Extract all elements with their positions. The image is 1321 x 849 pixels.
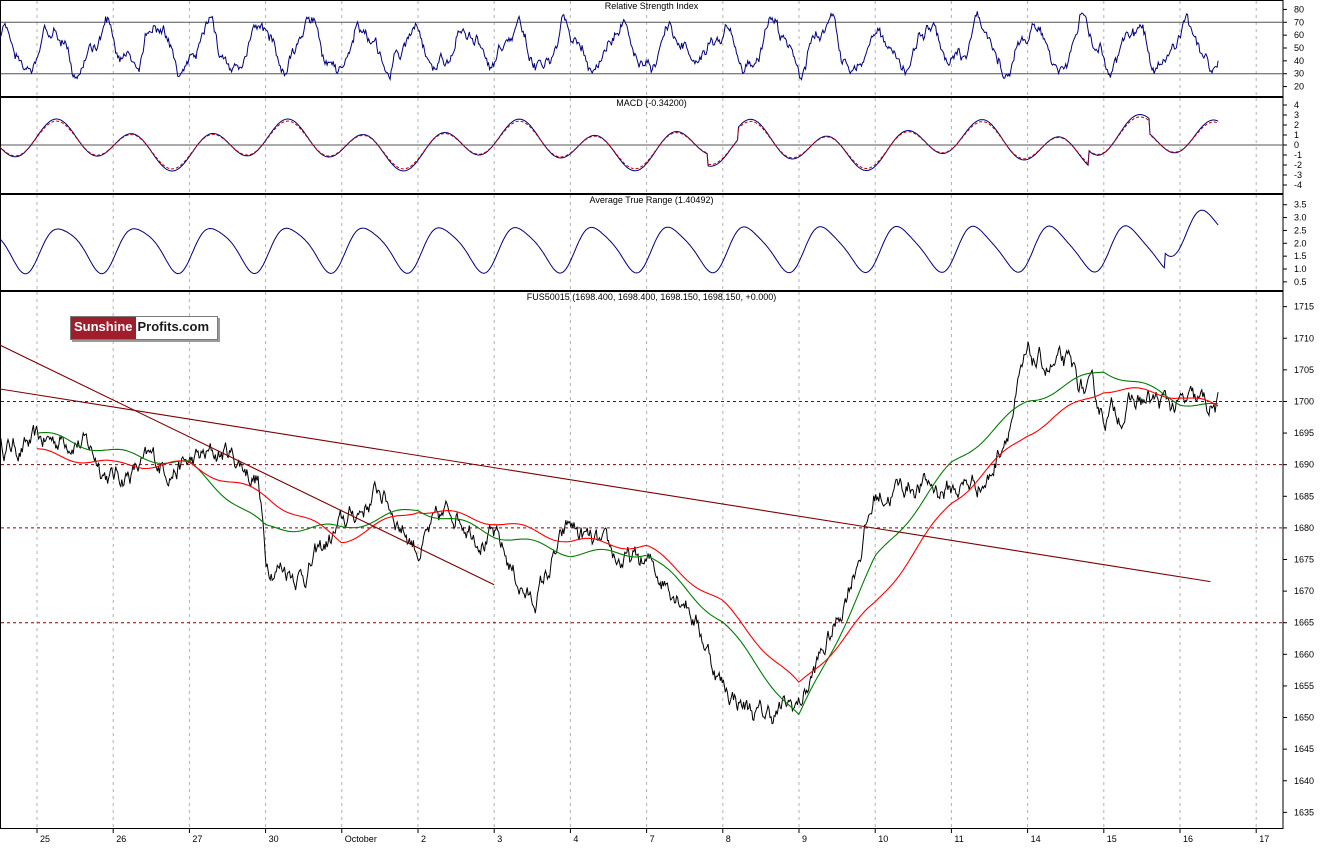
ytick-label-0-5: 70 — [1294, 17, 1304, 27]
ytick-label-3-2: 1645 — [1294, 744, 1314, 754]
logo-part-sunshine: Sunshine — [71, 317, 136, 339]
moving-average-1 — [36, 387, 1219, 683]
ytick-label-3-16: 1715 — [1294, 302, 1314, 312]
sunshine-profits-logo: Sunshine Profits.com — [70, 316, 218, 340]
x-label-0: 25 — [40, 834, 50, 844]
x-label-16: 17 — [1259, 834, 1269, 844]
ytick-label-3-15: 1710 — [1294, 333, 1314, 343]
stock-chart: 20304050607080Relative Strength Index-4-… — [0, 0, 1314, 844]
x-label-4: October — [345, 834, 377, 844]
ytick-label-1-4: 0 — [1294, 140, 1299, 150]
x-label-7: 4 — [573, 834, 578, 844]
ytick-label-3-14: 1705 — [1294, 365, 1314, 375]
ytick-label-2-2: 1.5 — [1294, 251, 1307, 261]
ytick-label-3-4: 1655 — [1294, 681, 1314, 691]
ytick-label-0-3: 50 — [1294, 43, 1304, 53]
x-label-14: 15 — [1107, 834, 1117, 844]
x-label-12: 11 — [954, 834, 963, 844]
x-label-1: 26 — [116, 834, 126, 844]
ytick-label-1-1: -3 — [1294, 170, 1302, 180]
ytick-label-3-6: 1665 — [1294, 618, 1314, 628]
rsi-series-line — [0, 11, 1219, 82]
ytick-label-3-12: 1695 — [1294, 428, 1314, 438]
ytick-label-3-0: 1635 — [1294, 807, 1314, 817]
x-label-3: 30 — [269, 834, 279, 844]
logo-part-profits: Profits.com — [137, 319, 210, 334]
ytick-label-3-7: 1670 — [1294, 586, 1314, 596]
ytick-label-2-0: 0.5 — [1294, 277, 1307, 287]
panel-frame-2 — [0, 194, 1284, 291]
ytick-label-3-3: 1650 — [1294, 713, 1314, 723]
ytick-label-0-4: 60 — [1294, 30, 1304, 40]
x-label-9: 8 — [726, 834, 731, 844]
ytick-label-3-5: 1660 — [1294, 649, 1314, 659]
x-label-5: 2 — [421, 834, 426, 844]
chart-root: 20 30 40 50 60 70 80 Relative Strength Index -4-… — [0, 0, 1321, 844]
ytick-label-0-2: 40 — [1294, 56, 1304, 66]
trendline-0 — [0, 388, 1211, 583]
ytick-label-3-10: 1685 — [1294, 491, 1314, 501]
x-label-2: 27 — [192, 834, 202, 844]
ytick-label-2-4: 2.5 — [1294, 225, 1307, 235]
panel-title-3: FUS50015 (1698.400, 1698.400, 1698.150, … — [527, 292, 776, 302]
price-series-line — [0, 341, 1219, 725]
x-label-11: 10 — [878, 834, 888, 844]
x-label-15: 16 — [1183, 834, 1193, 844]
ytick-label-3-1: 1640 — [1294, 776, 1314, 786]
ytick-label-3-8: 1675 — [1294, 555, 1314, 565]
macd-signal-line — [0, 116, 1219, 170]
ytick-label-3-11: 1690 — [1294, 460, 1314, 470]
panel-frame-0 — [0, 0, 1284, 97]
ytick-label-1-8: 4 — [1294, 100, 1299, 110]
ytick-label-1-3: -1 — [1294, 150, 1302, 160]
atr-series-line — [0, 209, 1219, 275]
ytick-label-1-0: -4 — [1294, 180, 1302, 190]
panel-title-2: Average True Range (1.40492) — [590, 195, 714, 205]
x-label-10: 9 — [802, 834, 807, 844]
ytick-label-2-3: 2.0 — [1294, 238, 1307, 248]
ytick-label-2-6: 3.5 — [1294, 200, 1307, 210]
macd-line — [0, 113, 1219, 172]
panel-title-0: Relative Strength Index — [605, 1, 699, 11]
ytick-label-1-7: 3 — [1294, 110, 1299, 120]
ytick-label-3-9: 1680 — [1294, 523, 1314, 533]
ytick-label-2-1: 1.0 — [1294, 264, 1307, 274]
x-label-8: 7 — [650, 834, 655, 844]
ytick-label-0-0: 20 — [1294, 82, 1304, 92]
ytick-label-3-13: 1700 — [1294, 396, 1314, 406]
x-label-13: 14 — [1031, 834, 1041, 844]
ytick-label-2-5: 3.0 — [1294, 213, 1307, 223]
x-label-6: 3 — [497, 834, 502, 844]
panel-title-1: MACD (-0.34200) — [616, 98, 687, 108]
ytick-label-0-6: 80 — [1294, 4, 1304, 14]
ytick-label-1-6: 2 — [1294, 120, 1299, 130]
ytick-label-0-1: 30 — [1294, 69, 1304, 79]
ytick-label-1-5: 1 — [1294, 130, 1299, 140]
ytick-label-1-2: -2 — [1294, 160, 1302, 170]
